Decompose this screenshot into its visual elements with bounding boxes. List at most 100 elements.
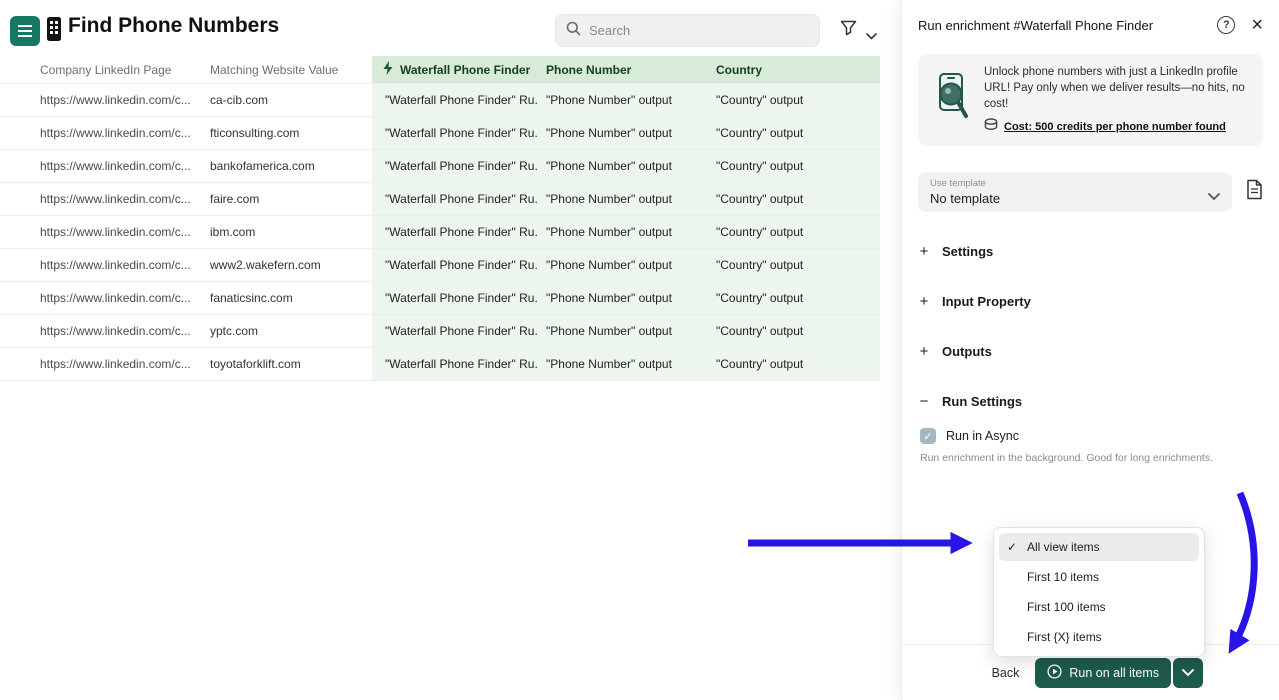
help-icon[interactable]: ? <box>1217 16 1235 34</box>
cell-waterfall-phone-finder[interactable]: "Waterfall Phone Finder" Ru... <box>372 150 538 182</box>
table-view: Find Phone Numbers Search Company Linked… <box>0 0 901 700</box>
cell-matching-website[interactable]: yptc.com <box>210 315 372 347</box>
template-select-label: Use template <box>930 178 1220 189</box>
column-header-matching-website[interactable]: Matching Website Value <box>210 56 372 83</box>
cell-country[interactable]: "Country" output <box>708 249 880 281</box>
cell-waterfall-phone-finder[interactable]: "Waterfall Phone Finder" Ru... <box>372 282 538 314</box>
run-scope-dropdown: ✓ All view items First 10 items First 10… <box>993 527 1205 657</box>
column-header-phone-number[interactable]: Phone Number <box>538 56 708 83</box>
cell-country[interactable]: "Country" output <box>708 84 880 116</box>
menu-button[interactable] <box>10 16 40 46</box>
search-placeholder: Search <box>589 23 630 38</box>
cost-text[interactable]: Cost: 500 credits per phone number found <box>1004 121 1226 133</box>
cell-waterfall-phone-finder[interactable]: "Waterfall Phone Finder" Ru... <box>372 84 538 116</box>
table-row[interactable]: https://www.linkedin.com/c... faire.com … <box>0 183 880 216</box>
phone-finder-illustration <box>930 72 972 129</box>
cell-country[interactable]: "Country" output <box>708 216 880 248</box>
expand-icon: + <box>918 293 930 310</box>
collapse-icon: − <box>918 393 930 410</box>
back-button[interactable]: Back <box>992 666 1020 680</box>
run-options-chevron-button[interactable] <box>1173 658 1203 688</box>
cell-waterfall-phone-finder[interactable]: "Waterfall Phone Finder" Ru... <box>372 315 538 347</box>
cell-phone-number[interactable]: "Phone Number" output <box>538 315 708 347</box>
cell-country[interactable]: "Country" output <box>708 348 880 380</box>
run-async-description: Run enrichment in the background. Good f… <box>920 452 1263 464</box>
page-title: Find Phone Numbers <box>68 14 279 38</box>
cell-company-linkedin[interactable]: https://www.linkedin.com/c... <box>0 348 210 380</box>
table-row[interactable]: https://www.linkedin.com/c... bankofamer… <box>0 150 880 183</box>
phone-icon <box>44 15 64 48</box>
cell-country[interactable]: "Country" output <box>708 315 880 347</box>
expand-icon: + <box>918 243 930 260</box>
cell-phone-number[interactable]: "Phone Number" output <box>538 249 708 281</box>
run-async-checkbox[interactable]: ✓ <box>920 428 936 444</box>
close-icon[interactable]: × <box>1251 16 1263 34</box>
table-row[interactable]: https://www.linkedin.com/c... fanaticsin… <box>0 282 880 315</box>
cell-matching-website[interactable]: faire.com <box>210 183 372 215</box>
dropdown-item-first-10-items[interactable]: First 10 items <box>999 563 1199 591</box>
dropdown-item-first-x-items[interactable]: First {X} items <box>999 623 1199 651</box>
cell-waterfall-phone-finder[interactable]: "Waterfall Phone Finder" Ru... <box>372 183 538 215</box>
cell-matching-website[interactable]: fticonsulting.com <box>210 117 372 149</box>
column-header-country[interactable]: Country <box>708 56 880 83</box>
table-row[interactable]: https://www.linkedin.com/c... fticonsult… <box>0 117 880 150</box>
promo-text: Unlock phone numbers with just a LinkedI… <box>984 64 1251 112</box>
filter-icon[interactable] <box>840 20 857 41</box>
template-select[interactable]: Use template No template <box>918 172 1232 212</box>
cell-company-linkedin[interactable]: https://www.linkedin.com/c... <box>0 282 210 314</box>
section-settings[interactable]: + Settings <box>902 226 1279 276</box>
section-outputs[interactable]: + Outputs <box>902 326 1279 376</box>
cell-company-linkedin[interactable]: https://www.linkedin.com/c... <box>0 150 210 182</box>
cell-country[interactable]: "Country" output <box>708 117 880 149</box>
search-input[interactable]: Search <box>555 14 820 47</box>
run-async-label: Run in Async <box>946 429 1019 443</box>
expand-icon: + <box>918 343 930 360</box>
column-header-waterfall-phone-finder[interactable]: Waterfall Phone Finder <box>372 56 538 83</box>
chevron-down-icon <box>1182 665 1194 680</box>
column-header-company-linkedin[interactable]: Company LinkedIn Page <box>0 56 210 83</box>
cell-country[interactable]: "Country" output <box>708 183 880 215</box>
cell-company-linkedin[interactable]: https://www.linkedin.com/c... <box>0 84 210 116</box>
cell-matching-website[interactable]: ibm.com <box>210 216 372 248</box>
cell-phone-number[interactable]: "Phone Number" output <box>538 282 708 314</box>
cell-phone-number[interactable]: "Phone Number" output <box>538 216 708 248</box>
cell-company-linkedin[interactable]: https://www.linkedin.com/c... <box>0 249 210 281</box>
cell-matching-website[interactable]: toyotaforklift.com <box>210 348 372 380</box>
cell-phone-number[interactable]: "Phone Number" output <box>538 183 708 215</box>
filter-chevron-icon[interactable] <box>866 27 877 45</box>
cell-matching-website[interactable]: bankofamerica.com <box>210 150 372 182</box>
cell-company-linkedin[interactable]: https://www.linkedin.com/c... <box>0 216 210 248</box>
table-row[interactable]: https://www.linkedin.com/c... ibm.com "W… <box>0 216 880 249</box>
select-chevron-icon <box>1208 188 1220 206</box>
hamburger-icon <box>18 30 32 32</box>
cell-matching-website[interactable]: fanaticsinc.com <box>210 282 372 314</box>
cell-company-linkedin[interactable]: https://www.linkedin.com/c... <box>0 117 210 149</box>
template-select-value: No template <box>930 191 1220 206</box>
credits-icon <box>984 118 998 136</box>
cell-phone-number[interactable]: "Phone Number" output <box>538 84 708 116</box>
cell-waterfall-phone-finder[interactable]: "Waterfall Phone Finder" Ru... <box>372 216 538 248</box>
cell-matching-website[interactable]: ca-cib.com <box>210 84 372 116</box>
table-row[interactable]: https://www.linkedin.com/c... toyotafork… <box>0 348 880 381</box>
table-row[interactable]: https://www.linkedin.com/c... yptc.com "… <box>0 315 880 348</box>
cell-phone-number[interactable]: "Phone Number" output <box>538 150 708 182</box>
cell-phone-number[interactable]: "Phone Number" output <box>538 348 708 380</box>
enrichment-icon <box>382 61 394 78</box>
cell-waterfall-phone-finder[interactable]: "Waterfall Phone Finder" Ru... <box>372 249 538 281</box>
cell-phone-number[interactable]: "Phone Number" output <box>538 117 708 149</box>
cell-company-linkedin[interactable]: https://www.linkedin.com/c... <box>0 315 210 347</box>
cell-country[interactable]: "Country" output <box>708 150 880 182</box>
cell-waterfall-phone-finder[interactable]: "Waterfall Phone Finder" Ru... <box>372 117 538 149</box>
run-on-all-items-button[interactable]: Run on all items <box>1035 658 1171 688</box>
cell-waterfall-phone-finder[interactable]: "Waterfall Phone Finder" Ru... <box>372 348 538 380</box>
cell-matching-website[interactable]: www2.wakefern.com <box>210 249 372 281</box>
dropdown-item-all-view-items[interactable]: ✓ All view items <box>999 533 1199 561</box>
cell-company-linkedin[interactable]: https://www.linkedin.com/c... <box>0 183 210 215</box>
table-row[interactable]: https://www.linkedin.com/c... ca-cib.com… <box>0 84 880 117</box>
section-input-property[interactable]: + Input Property <box>902 276 1279 326</box>
template-file-icon[interactable] <box>1246 179 1263 205</box>
table-row[interactable]: https://www.linkedin.com/c... www2.wakef… <box>0 249 880 282</box>
section-run-settings[interactable]: − Run Settings <box>902 376 1279 426</box>
dropdown-item-first-100-items[interactable]: First 100 items <box>999 593 1199 621</box>
cell-country[interactable]: "Country" output <box>708 282 880 314</box>
